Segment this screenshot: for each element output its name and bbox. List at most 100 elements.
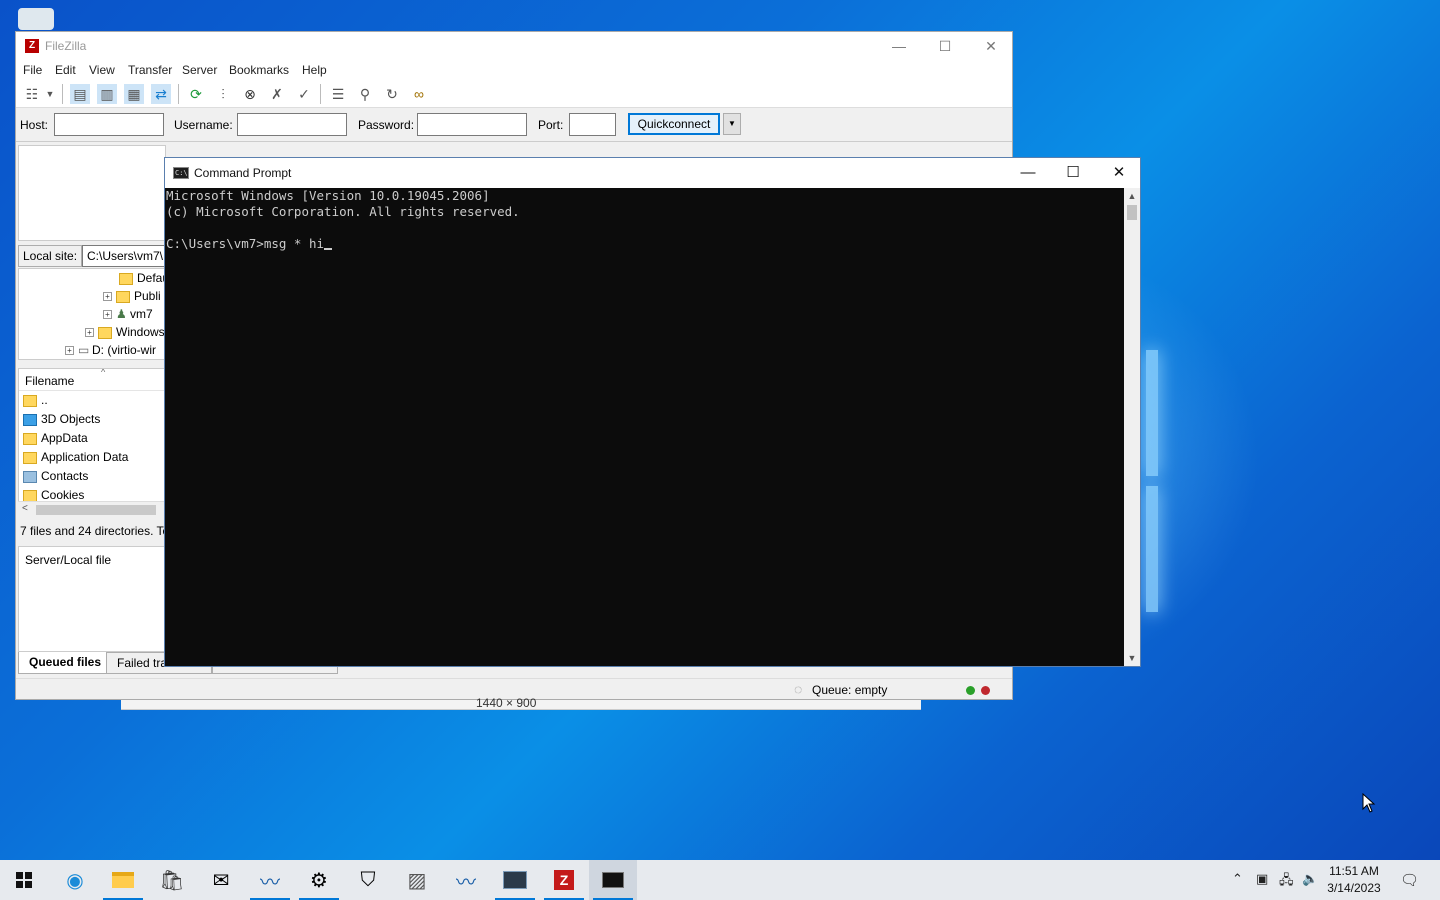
network-icon[interactable]: 🖧 <box>1279 871 1294 893</box>
cmd-scrollbar[interactable]: ▲ ▼ <box>1124 188 1140 666</box>
menu-file[interactable]: File <box>23 63 42 77</box>
command-prompt-icon[interactable] <box>589 860 637 900</box>
tree-item[interactable]: + Windows <box>85 325 165 343</box>
process-queue-icon[interactable]: ⫶ <box>213 84 233 104</box>
desktop-light-pane <box>1146 486 1158 612</box>
cmd-icon: C:\ <box>173 167 189 179</box>
menu-view[interactable]: View <box>89 63 115 77</box>
command-prompt-window: C:\ Command Prompt — ☐ ✕ Microsoft Windo… <box>164 157 1141 667</box>
console-output[interactable]: Microsoft Windows [Version 10.0.19045.20… <box>165 188 1125 666</box>
host-label: Host: <box>20 118 49 132</box>
recycle-bin-icon[interactable] <box>18 8 54 30</box>
expand-icon[interactable]: + <box>103 292 112 302</box>
close-button[interactable]: ✕ <box>968 32 1014 60</box>
quickconnect-history-dropdown[interactable]: ▼ <box>723 113 741 135</box>
search-icon[interactable]: ∞ <box>409 84 429 104</box>
volume-muted-icon[interactable]: 🔈 <box>1302 871 1318 887</box>
terminal-icon[interactable] <box>491 860 539 900</box>
toggle-remote-tree-icon[interactable]: ▦ <box>124 84 144 104</box>
site-manager-icon[interactable]: ☷ <box>22 84 42 104</box>
text-cursor <box>324 248 333 250</box>
cmd-close-button[interactable]: ✕ <box>1096 158 1142 188</box>
file-row[interactable]: AppData <box>19 429 165 448</box>
menu-bookmarks[interactable]: Bookmarks <box>229 63 289 77</box>
filezilla-icon[interactable]: Z <box>540 860 588 900</box>
username-input[interactable] <box>237 113 347 136</box>
reconnect-icon[interactable]: ✓ <box>294 84 314 104</box>
tree-item[interactable]: Defau <box>119 271 165 289</box>
console-input-line[interactable]: C:\Users\vm7>msg * hi <box>166 236 1124 252</box>
edge-icon[interactable]: ◉ <box>51 860 99 900</box>
password-input[interactable] <box>417 113 527 136</box>
disconnect-icon[interactable]: ✗ <box>267 84 287 104</box>
mouse-cursor-icon <box>1362 793 1376 813</box>
directory-listing-filters-icon[interactable]: ☰ <box>328 84 348 104</box>
notifications-icon[interactable]: 🗨 <box>1400 871 1419 889</box>
menu-help[interactable]: Help <box>302 63 327 77</box>
folder-icon <box>119 272 133 285</box>
settings-icon[interactable]: ⚙ <box>295 860 343 900</box>
file-row[interactable]: Application Data <box>19 448 165 467</box>
host-input[interactable] <box>54 113 164 136</box>
scroll-left-icon[interactable]: < <box>22 503 28 514</box>
horizontal-scrollbar[interactable]: < <box>18 501 166 518</box>
tab-queued-files[interactable]: Queued files <box>18 652 113 674</box>
local-site-label: Local site: <box>18 245 83 267</box>
tree-item[interactable]: + ♟ vm7 <box>103 307 153 325</box>
dolphin-icon[interactable]: 〰 <box>442 860 490 900</box>
scroll-down-icon[interactable]: ▼ <box>1124 650 1140 666</box>
compare-icon[interactable]: ⚲ <box>355 84 375 104</box>
menu-edit[interactable]: Edit <box>55 63 76 77</box>
expand-icon[interactable]: + <box>103 310 112 320</box>
scroll-up-icon[interactable]: ▲ <box>1124 188 1140 204</box>
toggle-queue-icon[interactable]: ⇄ <box>151 84 171 104</box>
chevron-up-icon[interactable]: ⌃ <box>1232 871 1243 887</box>
file-row[interactable]: .. <box>19 391 165 410</box>
contacts-icon <box>23 470 37 483</box>
folder-icon <box>23 451 37 464</box>
tree-item[interactable]: + Publi <box>103 289 161 307</box>
local-site-bar: Local site: C:\Users\vm7\ <box>18 245 182 267</box>
refresh-icon[interactable]: ⟳ <box>186 84 206 104</box>
cmd-titlebar[interactable]: C:\ Command Prompt — ☐ ✕ <box>165 158 1140 188</box>
error-indicator-icon <box>981 686 990 695</box>
dolphin-icon[interactable]: 〰 <box>246 860 294 900</box>
filezilla-logo-icon: Z <box>25 39 39 53</box>
maximize-button[interactable]: ☐ <box>922 32 968 60</box>
port-input[interactable] <box>569 113 616 136</box>
scrollbar-thumb[interactable] <box>36 505 156 515</box>
ok-indicator-icon <box>966 686 975 695</box>
console-command: C:\Users\vm7>msg * hi <box>166 236 325 251</box>
chevron-down-icon[interactable]: ▼ <box>44 84 56 104</box>
app-icon[interactable]: ▨ <box>393 860 441 900</box>
cancel-icon[interactable]: ⊗ <box>240 84 260 104</box>
queue-column-header[interactable]: Server/Local file <box>19 547 165 573</box>
quickconnect-button[interactable]: Quickconnect <box>628 113 720 135</box>
start-icon[interactable] <box>0 860 48 900</box>
minimize-button[interactable]: — <box>876 32 922 60</box>
file-explorer-icon[interactable] <box>99 860 147 900</box>
file-row[interactable]: 3D Objects <box>19 410 165 429</box>
security-icon[interactable]: ⛉ <box>344 860 392 900</box>
tree-item[interactable]: + ▭ D: (virtio-wir <box>65 343 156 359</box>
expand-icon[interactable]: + <box>65 346 74 356</box>
file-row[interactable]: Contacts <box>19 467 165 486</box>
toggle-local-tree-icon[interactable]: ▥ <box>97 84 117 104</box>
expand-icon[interactable]: + <box>85 328 94 338</box>
cmd-minimize-button[interactable]: — <box>1005 158 1051 188</box>
menu-transfer[interactable]: Transfer <box>128 63 172 77</box>
meet-now-icon[interactable]: ▣ <box>1256 871 1268 887</box>
store-icon[interactable]: 🛍 <box>148 860 196 900</box>
menu-server[interactable]: Server <box>182 63 217 77</box>
cmd-title: Command Prompt <box>194 166 292 180</box>
cmd-maximize-button[interactable]: ☐ <box>1050 158 1096 188</box>
resolution-text: 1440 × 900 <box>476 696 537 710</box>
scrollbar-thumb[interactable] <box>1127 205 1137 220</box>
filename-column-header[interactable]: Filename ^ <box>19 369 165 391</box>
sync-browse-icon[interactable]: ↻ <box>382 84 402 104</box>
clock[interactable]: 11:51 AM 3/14/2023 <box>1322 863 1386 897</box>
mail-icon[interactable]: ✉ <box>197 860 245 900</box>
toggle-log-icon[interactable]: ▤ <box>70 84 90 104</box>
filezilla-titlebar[interactable]: Z FileZilla — ☐ ✕ <box>16 32 1012 60</box>
